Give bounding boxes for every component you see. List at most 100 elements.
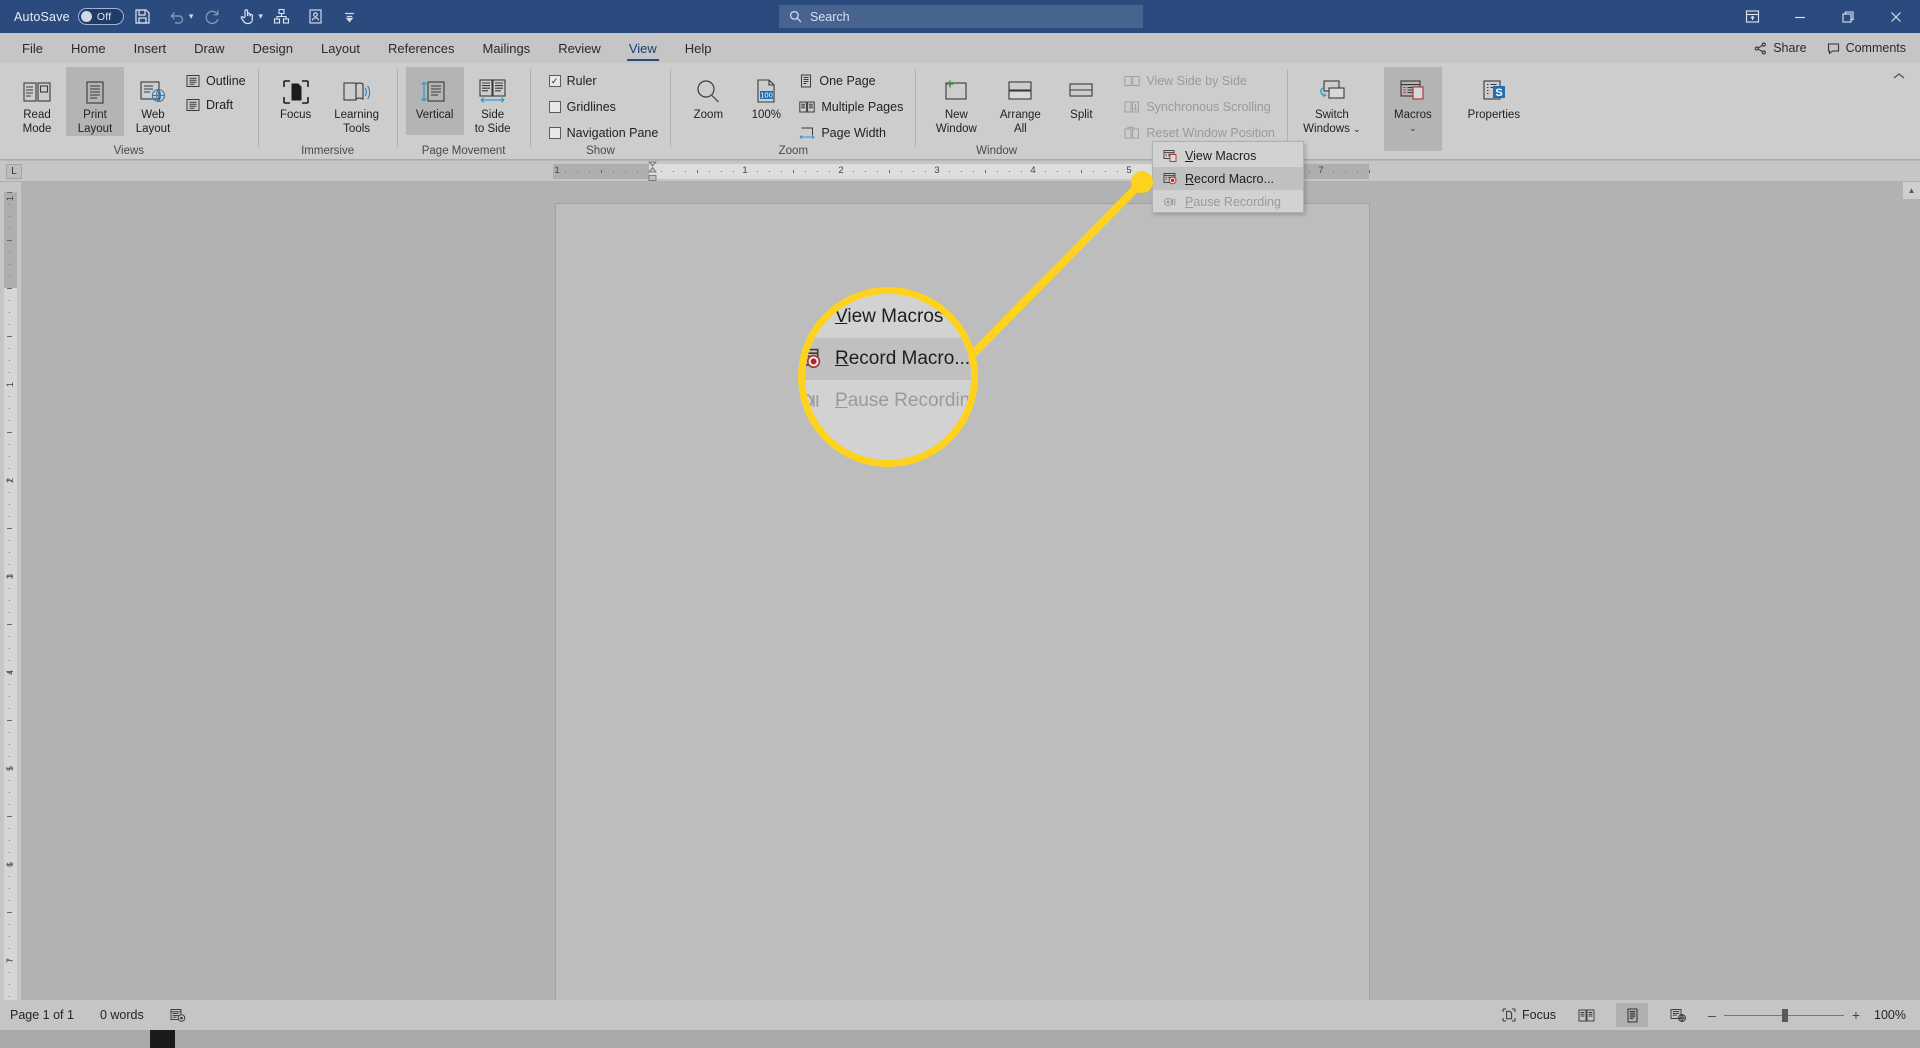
side-to-side-button[interactable]: Side to Side bbox=[464, 67, 522, 136]
page-number-status[interactable]: Page 1 of 1 bbox=[10, 1008, 74, 1022]
record-macro-icon bbox=[1163, 172, 1178, 186]
minimize-icon[interactable] bbox=[1776, 0, 1824, 33]
close-icon[interactable] bbox=[1872, 0, 1920, 33]
contact-card-icon[interactable] bbox=[301, 3, 331, 31]
tab-layout[interactable]: Layout bbox=[307, 33, 374, 63]
tab-help[interactable]: Help bbox=[671, 33, 726, 63]
word-count-status[interactable]: 0 words bbox=[100, 1008, 144, 1022]
arrange-all-button[interactable]: Arrange All bbox=[988, 67, 1052, 136]
menu-item-record-macro[interactable]: Record Macro... bbox=[1153, 167, 1303, 190]
vertical-ruler-tick bbox=[7, 864, 12, 865]
switch-windows-label-1: Switch bbox=[1314, 109, 1349, 121]
zoom-100-button[interactable]: 100 100% bbox=[737, 67, 795, 135]
zoom-out-button[interactable]: – bbox=[1708, 1007, 1716, 1023]
vertical-ruler[interactable]: 11234567 bbox=[0, 182, 21, 1018]
ruler-tick bbox=[1069, 171, 1070, 172]
print-layout-button[interactable]: Print Layout bbox=[66, 67, 124, 137]
vertical-ruler-number: 1 bbox=[5, 196, 15, 202]
multiple-pages-button[interactable]: Multiple Pages bbox=[795, 97, 907, 117]
web-layout-button[interactable]: Web Layout bbox=[124, 67, 182, 136]
customize-icon[interactable] bbox=[267, 3, 297, 31]
draft-button[interactable]: Draft bbox=[182, 95, 250, 115]
vertical-ruler-tick bbox=[9, 660, 10, 661]
ruler-checkbox[interactable]: ✓ bbox=[548, 75, 561, 87]
scroll-up-button[interactable]: ▲ bbox=[1903, 182, 1920, 199]
vertical-ruler-tick bbox=[9, 516, 10, 517]
web-layout-label-1: Web bbox=[141, 109, 165, 121]
properties-button[interactable]: S Properties bbox=[1458, 67, 1530, 135]
tab-references[interactable]: References bbox=[374, 33, 468, 63]
print-layout-view-button[interactable] bbox=[1616, 1003, 1649, 1027]
navigation-pane-checkbox-row[interactable]: Navigation Pane bbox=[545, 123, 663, 143]
vertical-ruler-tick bbox=[9, 636, 10, 637]
ribbon-display-options-icon[interactable] bbox=[1728, 0, 1776, 33]
more-options-icon[interactable] bbox=[335, 3, 365, 31]
one-page-button[interactable]: One Page bbox=[795, 71, 907, 91]
menu-item-view-macros[interactable]: View Macros bbox=[1153, 144, 1303, 167]
zoom-in-button[interactable]: + bbox=[1852, 1007, 1860, 1023]
macros-chevron-down-icon[interactable]: ⌄ bbox=[1409, 123, 1417, 132]
read-mode-view-button[interactable] bbox=[1570, 1003, 1602, 1027]
zoom-slider-track[interactable] bbox=[1723, 1008, 1844, 1022]
focus-button[interactable]: Focus bbox=[267, 67, 325, 135]
proofing-errors-icon[interactable] bbox=[170, 1008, 186, 1023]
zoom-level-label[interactable]: 100% bbox=[1874, 1008, 1906, 1022]
indent-marker[interactable] bbox=[648, 161, 657, 182]
vertical-button[interactable]: Vertical bbox=[405, 67, 464, 135]
redo-icon[interactable] bbox=[197, 3, 227, 31]
vertical-ruler-tick bbox=[9, 984, 10, 985]
share-button[interactable]: Share bbox=[1754, 41, 1807, 55]
zoom-slider[interactable]: – + bbox=[1708, 1007, 1860, 1023]
magnifier-content: View Macros Record Macro... Pause Record… bbox=[805, 294, 971, 422]
zoom-button[interactable]: Zoom bbox=[679, 67, 737, 135]
tab-mailings[interactable]: Mailings bbox=[469, 33, 545, 63]
undo-icon[interactable] bbox=[162, 3, 192, 31]
ruler-checkbox-row[interactable]: ✓ Ruler bbox=[545, 71, 663, 91]
learning-tools-button[interactable]: Learning Tools bbox=[325, 67, 389, 136]
tab-design[interactable]: Design bbox=[239, 33, 307, 63]
ruler-tick bbox=[913, 171, 914, 172]
ruler-tick bbox=[889, 170, 890, 173]
split-button[interactable]: Split bbox=[1052, 67, 1110, 135]
touch-mode-icon[interactable] bbox=[231, 3, 261, 31]
gridlines-checkbox[interactable] bbox=[548, 101, 561, 113]
outline-button[interactable]: Outline bbox=[182, 71, 250, 91]
macros-button[interactable]: Macros ⌄ bbox=[1383, 67, 1442, 151]
autosave-toggle[interactable]: Off bbox=[77, 8, 124, 25]
tab-home[interactable]: Home bbox=[57, 33, 120, 63]
switch-windows-button[interactable]: Switch Windows ⌄ bbox=[1296, 67, 1368, 136]
tab-label: Home bbox=[70, 40, 106, 56]
comments-button[interactable]: Comments bbox=[1827, 41, 1906, 55]
horizontal-ruler[interactable]: L 11234567 bbox=[0, 161, 1920, 182]
focus-mode-button[interactable]: Focus bbox=[1502, 1008, 1556, 1022]
navigation-pane-checkbox[interactable] bbox=[548, 127, 561, 139]
magnified-pause-recording: Pause Recording bbox=[805, 380, 971, 422]
arrange-all-label-1: Arrange bbox=[999, 109, 1041, 121]
tab-review[interactable]: Review bbox=[544, 33, 615, 63]
restore-icon[interactable] bbox=[1824, 0, 1872, 33]
vertical-ruler-tick bbox=[7, 432, 12, 433]
touch-mode-chevron-down-icon[interactable]: ▾ bbox=[258, 11, 263, 22]
tab-stop-selector[interactable]: L bbox=[6, 164, 22, 179]
gridlines-checkbox-row[interactable]: Gridlines bbox=[545, 97, 663, 117]
tab-insert[interactable]: Insert bbox=[120, 33, 181, 63]
page-width-button[interactable]: Page Width bbox=[795, 123, 907, 143]
ruler-tick bbox=[1369, 170, 1370, 173]
tab-draw[interactable]: Draw bbox=[180, 33, 238, 63]
tab-label: Insert bbox=[133, 40, 167, 56]
callout-magnifier: View Macros Record Macro... Pause Record… bbox=[798, 287, 978, 467]
learning-tools-label-2: Tools bbox=[343, 122, 371, 135]
tab-view[interactable]: View bbox=[615, 33, 671, 63]
zoom-slider-handle[interactable] bbox=[1781, 1008, 1788, 1022]
collapse-ribbon-icon[interactable] bbox=[1892, 69, 1906, 83]
ruler-tick bbox=[613, 171, 614, 172]
tab-file[interactable]: File bbox=[8, 33, 57, 63]
new-window-button[interactable]: New Window bbox=[924, 67, 988, 136]
save-icon[interactable] bbox=[128, 3, 158, 31]
focus-label: Focus bbox=[1521, 1008, 1557, 1022]
web-layout-view-button[interactable] bbox=[1662, 1003, 1694, 1027]
search-input[interactable]: Search bbox=[779, 5, 1143, 28]
tab-label: File bbox=[22, 40, 43, 56]
read-mode-button[interactable]: Read Mode bbox=[8, 67, 66, 136]
ruler-tick bbox=[697, 170, 698, 173]
